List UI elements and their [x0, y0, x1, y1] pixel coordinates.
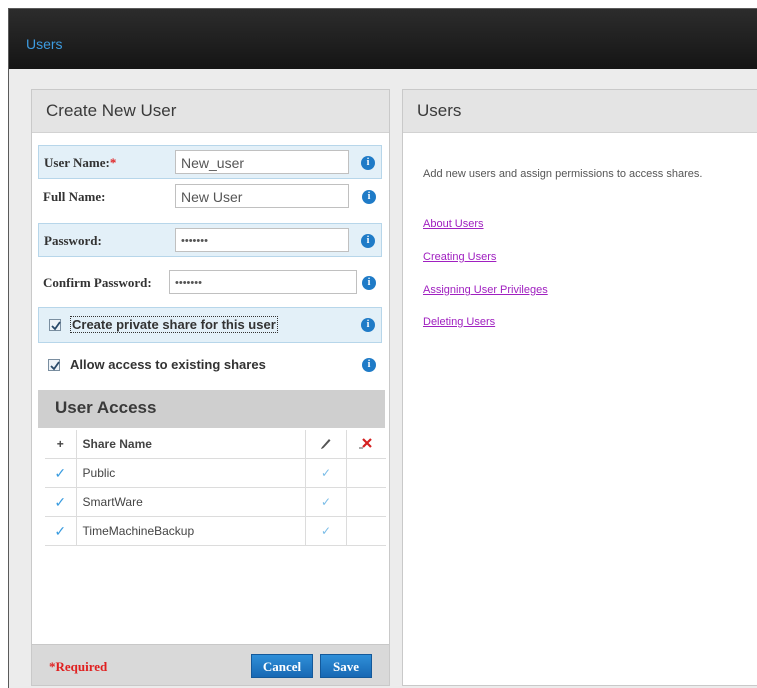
fullname-input[interactable]: New User: [175, 184, 349, 208]
create-user-header: Create New User: [32, 90, 389, 133]
table-row[interactable]: ✓ TimeMachineBackup ✓: [45, 516, 386, 546]
info-icon[interactable]: i: [362, 358, 376, 372]
checkbox-checked-icon: [51, 321, 61, 331]
info-icon[interactable]: i: [362, 276, 376, 290]
delete-x-icon: [345, 430, 386, 459]
app-frame: Users Create New User User Name:* New_us…: [8, 8, 757, 688]
allow-access-label[interactable]: Allow access to existing shares: [70, 357, 266, 372]
share-access-table: + Share Name ✓ Public ✓ ✓ SmartWare ✓ ✓ …: [45, 430, 386, 546]
user-access-heading: User Access: [55, 398, 157, 417]
help-heading: Users: [417, 101, 462, 120]
info-icon[interactable]: i: [361, 156, 375, 170]
share-name: TimeMachineBackup: [75, 516, 306, 546]
checkmark-icon[interactable]: ✓: [305, 487, 347, 517]
delete-cell[interactable]: [345, 516, 386, 546]
confirm-password-label: Confirm Password:: [43, 275, 152, 290]
help-header: Users: [403, 90, 757, 133]
help-description: Add new users and assign permissions to …: [423, 168, 703, 180]
pencil-icon: [305, 430, 347, 459]
info-icon[interactable]: i: [362, 190, 376, 204]
top-bar: Users: [9, 9, 757, 69]
window-title: Users: [26, 36, 63, 52]
checkmark-icon[interactable]: ✓: [45, 487, 77, 517]
table-row[interactable]: ✓ Public ✓: [45, 458, 386, 488]
delete-cell[interactable]: [345, 487, 386, 517]
password-input[interactable]: •••••••: [175, 228, 349, 252]
link-deleting-users[interactable]: Deleting Users: [423, 316, 495, 328]
table-row[interactable]: ✓ SmartWare ✓: [45, 487, 386, 517]
info-icon[interactable]: i: [361, 234, 375, 248]
link-creating-users[interactable]: Creating Users: [423, 251, 496, 263]
delete-cell[interactable]: [345, 458, 386, 488]
info-icon[interactable]: i: [361, 318, 375, 332]
checkmark-icon[interactable]: ✓: [305, 516, 347, 546]
create-user-heading: Create New User: [46, 101, 177, 120]
password-label: Password:: [44, 233, 102, 248]
panel-footer: *Required Cancel Save: [32, 644, 389, 685]
private-share-row: Create private share for this user i: [38, 307, 382, 343]
private-share-label[interactable]: Create private share for this user: [70, 316, 278, 333]
confirm-password-input[interactable]: •••••••: [169, 270, 357, 294]
private-share-checkbox[interactable]: [49, 319, 61, 331]
username-label: User Name:*: [44, 155, 117, 170]
confirm-password-row: Confirm Password: ••••••• i: [38, 266, 382, 300]
link-about-users[interactable]: About Users: [423, 218, 484, 230]
checkmark-icon[interactable]: ✓: [45, 458, 77, 488]
username-row: User Name:* New_user i: [38, 145, 382, 179]
link-assigning-user-privileges[interactable]: Assigning User Privileges: [423, 284, 548, 296]
plus-icon[interactable]: +: [45, 430, 77, 459]
save-button[interactable]: Save: [320, 654, 372, 678]
password-row: Password: ••••••• i: [38, 223, 382, 257]
help-panel: Users Add new users and assign permissio…: [402, 89, 757, 686]
required-note: *Required: [49, 659, 108, 674]
cancel-button[interactable]: Cancel: [251, 654, 313, 678]
allow-access-checkbox[interactable]: [48, 359, 60, 371]
create-user-panel: Create New User User Name:* New_user i F…: [31, 89, 390, 686]
user-access-header: User Access: [38, 390, 385, 428]
allow-access-row: Allow access to existing shares i: [38, 348, 382, 382]
share-name-header: Share Name: [75, 430, 306, 459]
checkbox-checked-icon: [50, 361, 60, 371]
share-name: SmartWare: [75, 487, 306, 517]
fullname-row: Full Name: New User i: [38, 180, 382, 214]
checkmark-icon[interactable]: ✓: [305, 458, 347, 488]
required-mark: *: [109, 155, 117, 170]
table-header-row: + Share Name: [45, 430, 386, 459]
username-input[interactable]: New_user: [175, 150, 349, 174]
checkmark-icon[interactable]: ✓: [45, 516, 77, 546]
share-name: Public: [75, 458, 306, 488]
fullname-label: Full Name:: [43, 189, 106, 204]
